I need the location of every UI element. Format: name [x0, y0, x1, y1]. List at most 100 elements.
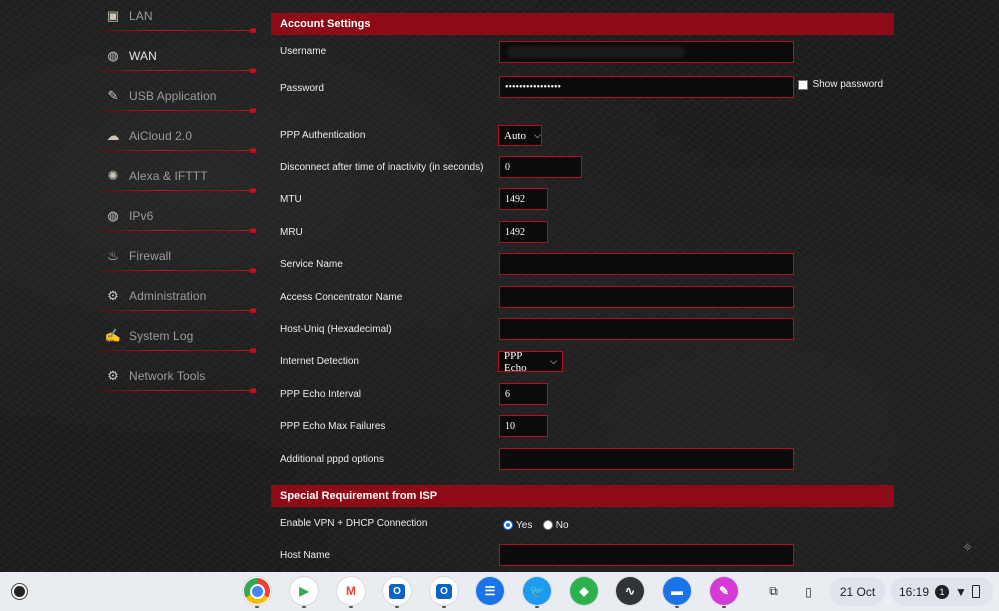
outlook-icon[interactable]: O [383, 577, 411, 605]
status-tray[interactable]: 16:19 1 ▼ [891, 577, 993, 606]
ipv6-globe-icon: ◍ [107, 208, 119, 223]
ac-name-field-wrap [499, 286, 794, 308]
sidebar-item-label: WAN [129, 49, 157, 63]
echo-interval-field-wrap [499, 383, 548, 405]
outlook-alt-icon[interactable]: O [430, 577, 458, 605]
sidebar-item-alexa-ifttt[interactable]: ✺ Alexa & IFTTT [98, 156, 256, 196]
echo-interval-row: PPP Echo Interval [271, 378, 894, 410]
echo-interval-input[interactable] [499, 383, 548, 405]
activity-icon[interactable]: ∿ [616, 577, 644, 605]
sidebar-item-system-log[interactable]: ✍ System Log [98, 316, 256, 356]
password-input[interactable] [499, 76, 794, 98]
echo-failures-row: PPP Echo Max Failures [271, 410, 894, 443]
radio-circle[interactable] [503, 520, 513, 530]
host-uniq-field-wrap [499, 318, 794, 340]
section-title: Special Requirement from ISP [280, 490, 438, 502]
disconnect-label: Disconnect after time of inactivity (in … [280, 161, 484, 173]
password-row: Password Show password [271, 67, 894, 119]
mru-row: MRU [271, 216, 894, 248]
date-tray[interactable]: 21 Oct [830, 577, 885, 606]
ppp-auth-select[interactable]: Auto ⌵ [498, 125, 542, 146]
service-name-input[interactable] [499, 253, 794, 275]
sidebar-item-label: Network Tools [129, 369, 206, 383]
sidebar-item-firewall[interactable]: ♨ Firewall [98, 236, 256, 276]
tote-button[interactable]: ⧉ [759, 577, 788, 606]
launcher-button[interactable] [9, 581, 30, 602]
ppp-auth-row: PPP Authentication Auto ⌵ [271, 119, 894, 151]
sidebar-item-lan[interactable]: ▣ LAN [98, 0, 256, 36]
sidebar-item-label: LAN [129, 9, 153, 23]
cloud-icon: ☁ [106, 128, 120, 143]
radio-circle[interactable] [542, 520, 553, 530]
running-indicator [349, 606, 353, 608]
disconnect-row: Disconnect after time of inactivity (in … [271, 151, 894, 183]
chromeos-shelf: ▶ M O O ☰ 🐦 ◆ ∿ ▬ ✎ ⧉ ▯ 21 Oct 16:19 1 ▼ [0, 572, 999, 611]
sidebar-item-ipv6[interactable]: ◍ IPv6 [98, 196, 256, 236]
host-name-input[interactable] [499, 544, 794, 566]
echo-interval-label: PPP Echo Interval [280, 388, 361, 400]
phone-hub-button[interactable]: ▯ [794, 577, 823, 606]
files-icon[interactable]: ▬ [663, 577, 691, 605]
photos-editor-icon[interactable]: ✎ [710, 577, 738, 605]
tools-icon: ⚙ [107, 368, 119, 383]
sidebar-item-network-tools[interactable]: ⚙ Network Tools [98, 356, 256, 396]
mru-input[interactable] [499, 221, 548, 243]
pppd-options-input[interactable] [499, 448, 794, 470]
host-uniq-input[interactable] [499, 318, 794, 340]
mtu-label: MTU [280, 194, 302, 205]
checkbox-box[interactable] [798, 79, 809, 90]
ppp-auth-value: Auto [504, 129, 526, 142]
launcher-icon [12, 584, 27, 599]
password-label: Password [280, 83, 324, 94]
wifi-icon: ▼ [955, 584, 967, 599]
disconnect-field-wrap [499, 156, 582, 178]
pppd-options-row: Additional pppd options [271, 443, 894, 475]
vpn-dhcp-radios: Yes No [503, 517, 575, 535]
disconnect-input[interactable] [499, 156, 582, 178]
radio-no[interactable]: No [542, 519, 569, 531]
host-name-label: Host Name [280, 550, 331, 561]
username-row: Username [271, 35, 894, 67]
pppd-options-field-wrap [499, 448, 794, 470]
chevron-down-icon: ⌵ [550, 356, 557, 366]
show-password-checkbox[interactable]: Show password [798, 79, 883, 90]
radio-yes[interactable]: Yes [503, 520, 532, 531]
sidebar-item-administration[interactable]: ⚙ Administration [98, 276, 256, 316]
play-store-icon[interactable]: ▶ [290, 577, 318, 605]
radio-yes-label: Yes [516, 519, 533, 531]
sidebar-item-label: Firewall [129, 249, 172, 263]
notification-badge: 1 [935, 584, 950, 599]
sidebar-item-label: AiCloud 2.0 [129, 129, 193, 143]
sidebar-item-aicloud-2-0[interactable]: ☁ AiCloud 2.0 [98, 116, 256, 156]
internet-detection-value: PPP Echo [504, 349, 527, 374]
host-name-row: Host Name [271, 539, 894, 572]
internet-detection-select[interactable]: PPP Echo ⌵ [498, 349, 563, 374]
mtu-input[interactable] [499, 188, 548, 210]
resize-grip-icon[interactable]: ≡ [960, 540, 975, 555]
redacted-username [507, 46, 685, 58]
gmail-icon[interactable]: M [337, 577, 365, 605]
running-indicator [722, 606, 726, 608]
pppd-options-label: Additional pppd options [280, 453, 384, 465]
show-password-label: Show password [812, 79, 884, 90]
feedly-icon[interactable]: ◆ [570, 577, 598, 605]
sidebar-item-usb-application[interactable]: ✎ USB Application [98, 76, 256, 116]
sidebar-item-wan[interactable]: ◍ WAN [98, 36, 256, 76]
sidebar-item-label: Administration [129, 289, 207, 303]
chrome-icon[interactable] [243, 577, 271, 605]
service-name-label: Service Name [280, 259, 343, 270]
echo-failures-label: PPP Echo Max Failures [280, 421, 386, 432]
ppp-auth-label: PPP Authentication [280, 129, 366, 141]
twitter-icon[interactable]: 🐦 [523, 577, 551, 605]
globe-icon: ◍ [107, 48, 119, 63]
username-field-wrap [499, 41, 794, 63]
ac-name-input[interactable] [499, 286, 794, 308]
running-indicator [395, 606, 399, 608]
host-uniq-row: Host-Uniq (Hexadecimal) [271, 313, 894, 345]
messages-icon[interactable]: ☰ [476, 577, 504, 605]
username-label: Username [280, 45, 327, 57]
radio-no-label: No [555, 519, 569, 531]
vpn-dhcp-label: Enable VPN + DHCP Connection [280, 517, 428, 529]
tote-icon: ⧉ [769, 584, 778, 598]
echo-failures-input[interactable] [499, 415, 548, 437]
